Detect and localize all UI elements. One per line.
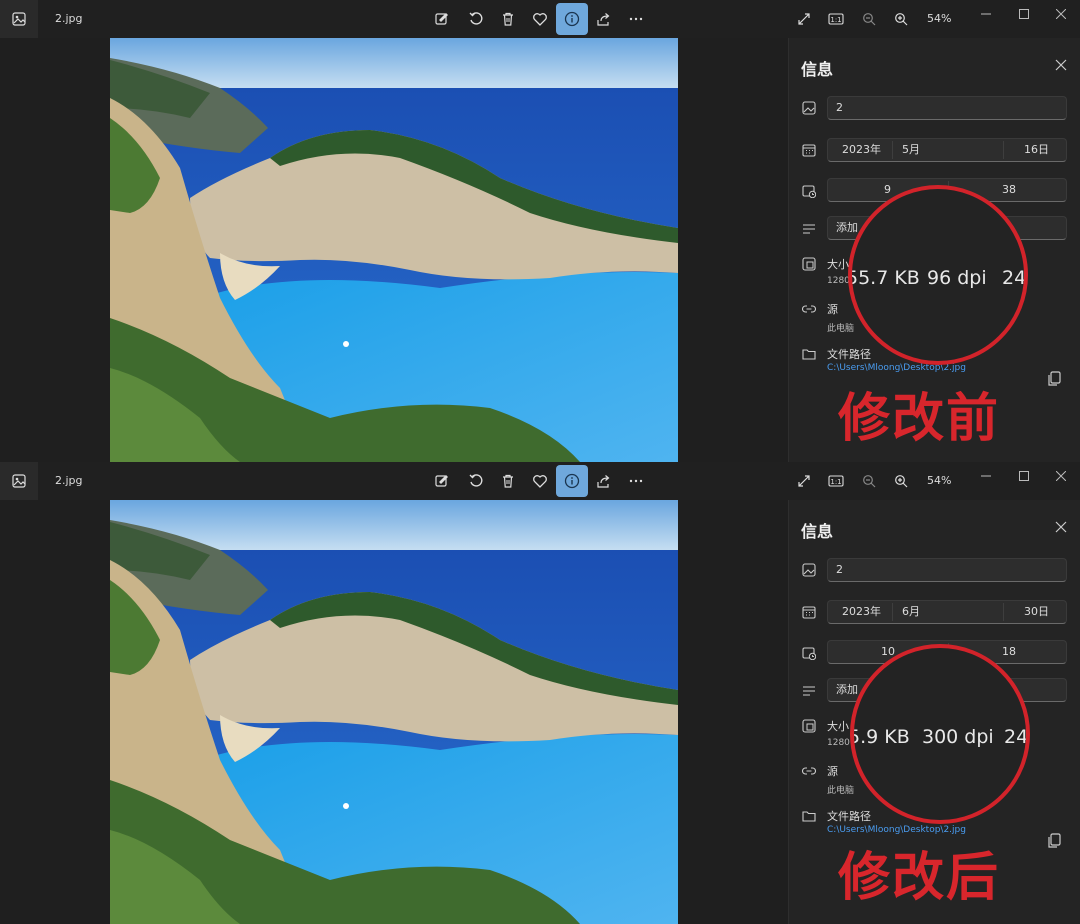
source-label: 源 — [827, 303, 838, 316]
folder-icon — [801, 808, 817, 824]
zoom-out-icon[interactable] — [853, 465, 885, 497]
magnified-file-size: 5.9 KB — [850, 726, 910, 748]
date-picker[interactable]: 2023年 6月 30日 — [827, 600, 1067, 624]
maximize-icon[interactable] — [1014, 468, 1034, 484]
date-year[interactable]: 2023年 — [842, 601, 881, 623]
file-path-link[interactable]: C:\Users\Mloong\Desktop\2.jpg — [827, 825, 966, 835]
zoom-in-icon[interactable] — [885, 3, 917, 35]
delete-icon[interactable] — [492, 465, 524, 497]
close-panel-icon[interactable] — [1055, 518, 1067, 537]
copy-path-icon[interactable] — [1047, 833, 1061, 853]
favorite-heart-icon[interactable] — [524, 3, 556, 35]
title-field[interactable]: 2 — [827, 558, 1067, 582]
date-day[interactable]: 30日 — [1024, 601, 1049, 623]
svg-text:1:1: 1:1 — [830, 16, 841, 24]
app-icon[interactable] — [0, 462, 38, 500]
magnifier-callout: 5.9 KB 300 dpi 24 — [850, 644, 1030, 824]
svg-text:1:1: 1:1 — [830, 478, 841, 486]
window-close-icon[interactable] — [1051, 468, 1071, 484]
calendar-icon — [801, 604, 817, 620]
description-icon — [801, 683, 817, 699]
folder-icon — [801, 346, 817, 362]
date-picker[interactable]: 2023年 5月 16日 — [827, 138, 1067, 162]
magnified-dpi: 96 dpi — [927, 267, 987, 289]
dimensions-text: 1280 — [827, 276, 850, 286]
dimensions-text: 1280 — [827, 738, 850, 748]
date-year[interactable]: 2023年 — [842, 139, 881, 161]
source-link-icon — [801, 301, 817, 317]
favorite-heart-icon[interactable] — [524, 465, 556, 497]
share-icon[interactable] — [588, 465, 620, 497]
magnified-file-size: 55.7 KB — [848, 267, 920, 289]
zoom-level: 54% — [927, 12, 952, 25]
zoom-level: 54% — [927, 474, 952, 487]
magnified-dpi: 300 dpi — [922, 726, 994, 748]
toolbar: 2.jpg 1:1 54% — [0, 462, 1080, 500]
annotation-caption: 修改后 — [838, 848, 1001, 908]
file-name: 2.jpg — [55, 12, 83, 25]
magnified-bit-depth: 24 — [1004, 726, 1029, 748]
magnified-bit-depth: 24 — [1002, 267, 1027, 289]
description-icon — [801, 221, 817, 237]
magnifier-callout: 55.7 KB 96 dpi 24 — [848, 185, 1028, 365]
image-title-icon — [801, 562, 817, 578]
date-day[interactable]: 16日 — [1024, 139, 1049, 161]
photo-canvas[interactable] — [110, 500, 678, 924]
info-icon[interactable] — [556, 3, 588, 35]
actual-size-icon[interactable]: 1:1 — [820, 3, 852, 35]
zoom-in-icon[interactable] — [885, 465, 917, 497]
share-icon[interactable] — [588, 3, 620, 35]
file-size-icon — [801, 256, 817, 272]
edit-image-icon[interactable] — [426, 3, 458, 35]
calendar-icon — [801, 142, 817, 158]
photo-canvas[interactable] — [110, 38, 678, 462]
source-label: 源 — [827, 765, 838, 778]
window-close-icon[interactable] — [1051, 6, 1071, 22]
delete-icon[interactable] — [492, 3, 524, 35]
image-title-icon — [801, 100, 817, 116]
more-icon[interactable] — [620, 3, 652, 35]
copy-path-icon[interactable] — [1047, 371, 1061, 391]
source-value: 此电脑 — [827, 324, 855, 334]
toolbar: 2.jpg 1:1 54% — [0, 0, 1080, 38]
date-month[interactable]: 5月 — [902, 139, 920, 161]
time-minute[interactable]: 18 — [1002, 641, 1016, 663]
app-icon[interactable] — [0, 0, 38, 38]
file-size-icon — [801, 718, 817, 734]
close-panel-icon[interactable] — [1055, 56, 1067, 75]
rotate-icon[interactable] — [460, 465, 492, 497]
time-minute[interactable]: 38 — [1002, 179, 1016, 201]
fullscreen-icon[interactable] — [788, 3, 820, 35]
clock-icon — [801, 645, 817, 661]
source-value: 此电脑 — [827, 786, 855, 796]
rotate-icon[interactable] — [460, 3, 492, 35]
photos-window-before: 2.jpg 1:1 54% 信息 2 2023年 5月 16日 9 38 添加 … — [0, 0, 1080, 462]
annotation-caption: 修改前 — [838, 389, 1001, 449]
zoom-out-icon[interactable] — [853, 3, 885, 35]
file-name: 2.jpg — [55, 474, 83, 487]
title-field[interactable]: 2 — [827, 96, 1067, 120]
actual-size-icon[interactable]: 1:1 — [820, 465, 852, 497]
size-label: 大小 — [827, 720, 849, 733]
fullscreen-icon[interactable] — [788, 465, 820, 497]
path-label: 文件路径 — [827, 348, 871, 361]
info-panel-title: 信息 — [801, 60, 834, 79]
photos-window-after: 2.jpg 1:1 54% 信息 2 2023年 6月 30日 10 18 添加… — [0, 462, 1080, 924]
info-icon[interactable] — [556, 465, 588, 497]
info-panel-title: 信息 — [801, 522, 834, 541]
more-icon[interactable] — [620, 465, 652, 497]
minimize-icon[interactable] — [976, 468, 996, 484]
path-label: 文件路径 — [827, 810, 871, 823]
maximize-icon[interactable] — [1014, 6, 1034, 22]
edit-image-icon[interactable] — [426, 465, 458, 497]
source-link-icon — [801, 763, 817, 779]
date-month[interactable]: 6月 — [902, 601, 920, 623]
minimize-icon[interactable] — [976, 6, 996, 22]
clock-icon — [801, 183, 817, 199]
size-label: 大小 — [827, 258, 849, 271]
